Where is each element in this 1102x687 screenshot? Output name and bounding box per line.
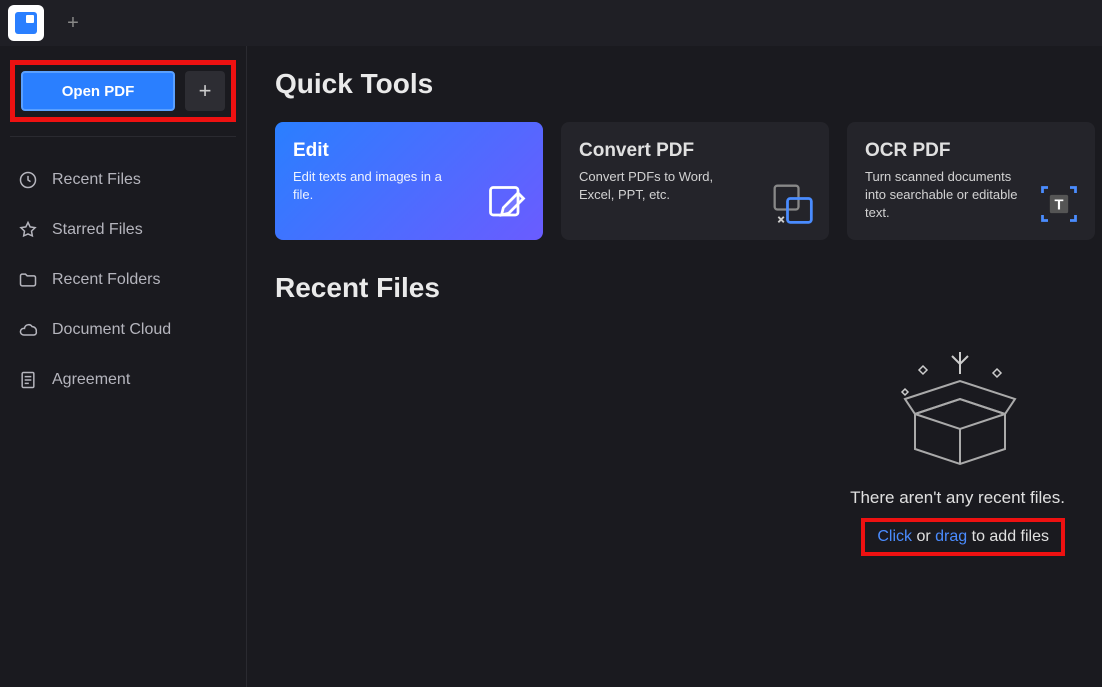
convert-icon — [771, 182, 815, 226]
tool-desc: Edit texts and images in a file. — [293, 168, 463, 204]
star-icon — [18, 220, 38, 240]
tool-title: OCR PDF — [865, 140, 1077, 162]
recent-files-title: Recent Files — [275, 272, 1102, 304]
clock-icon — [18, 170, 38, 190]
sidebar-item-label: Agreement — [52, 371, 130, 389]
empty-box-icon — [885, 344, 1035, 474]
quick-tools-row: Edit Edit texts and images in a file. Co… — [275, 122, 1102, 240]
tool-ocr[interactable]: OCR PDF Turn scanned documents into sear… — [847, 122, 1095, 240]
document-icon — [18, 370, 38, 390]
new-tab-button[interactable]: + — [58, 8, 88, 38]
create-button[interactable]: + — [185, 71, 225, 111]
tool-desc: Convert PDFs to Word, Excel, PPT, etc. — [579, 168, 749, 204]
tool-title: Convert PDF — [579, 140, 811, 162]
folder-icon — [18, 270, 38, 290]
sidebar-item-label: Recent Folders — [52, 271, 161, 289]
drop-text-or: or — [912, 528, 935, 545]
sidebar-item-agreement[interactable]: Agreement — [10, 355, 236, 405]
drop-text-rest: to add files — [967, 528, 1049, 545]
click-link[interactable]: Click — [877, 528, 912, 545]
edit-icon — [485, 182, 529, 226]
drop-hint-highlight: Click or drag to add files — [861, 518, 1065, 556]
drag-link[interactable]: drag — [935, 528, 967, 545]
sidebar-item-label: Starred Files — [52, 221, 143, 239]
divider — [10, 136, 236, 137]
tool-title: Edit — [293, 140, 525, 162]
sidebar-item-label: Document Cloud — [52, 321, 171, 339]
svg-text:T: T — [1055, 198, 1064, 214]
sidebar-item-label: Recent Files — [52, 171, 141, 189]
ocr-icon: T — [1037, 182, 1081, 226]
quick-tools-title: Quick Tools — [275, 68, 1102, 100]
sidebar: Open PDF + Recent Files Starred Files Re… — [0, 46, 247, 687]
recent-empty-state: There aren't any recent files. Click or … — [275, 344, 1065, 556]
open-pdf-button[interactable]: Open PDF — [21, 71, 175, 111]
app-logo — [8, 5, 44, 41]
cloud-icon — [18, 320, 38, 340]
tool-edit[interactable]: Edit Edit texts and images in a file. — [275, 122, 543, 240]
empty-message: There aren't any recent files. — [850, 488, 1065, 508]
titlebar: + — [0, 0, 1102, 46]
open-pdf-highlight: Open PDF + — [10, 60, 236, 122]
main-content: Quick Tools Edit Edit texts and images i… — [247, 46, 1102, 687]
sidebar-item-document-cloud[interactable]: Document Cloud — [10, 305, 236, 355]
sidebar-item-starred-files[interactable]: Starred Files — [10, 205, 236, 255]
tool-convert[interactable]: Convert PDF Convert PDFs to Word, Excel,… — [561, 122, 829, 240]
sidebar-item-recent-folders[interactable]: Recent Folders — [10, 255, 236, 305]
tool-desc: Turn scanned documents into searchable o… — [865, 168, 1035, 223]
sidebar-item-recent-files[interactable]: Recent Files — [10, 155, 236, 205]
